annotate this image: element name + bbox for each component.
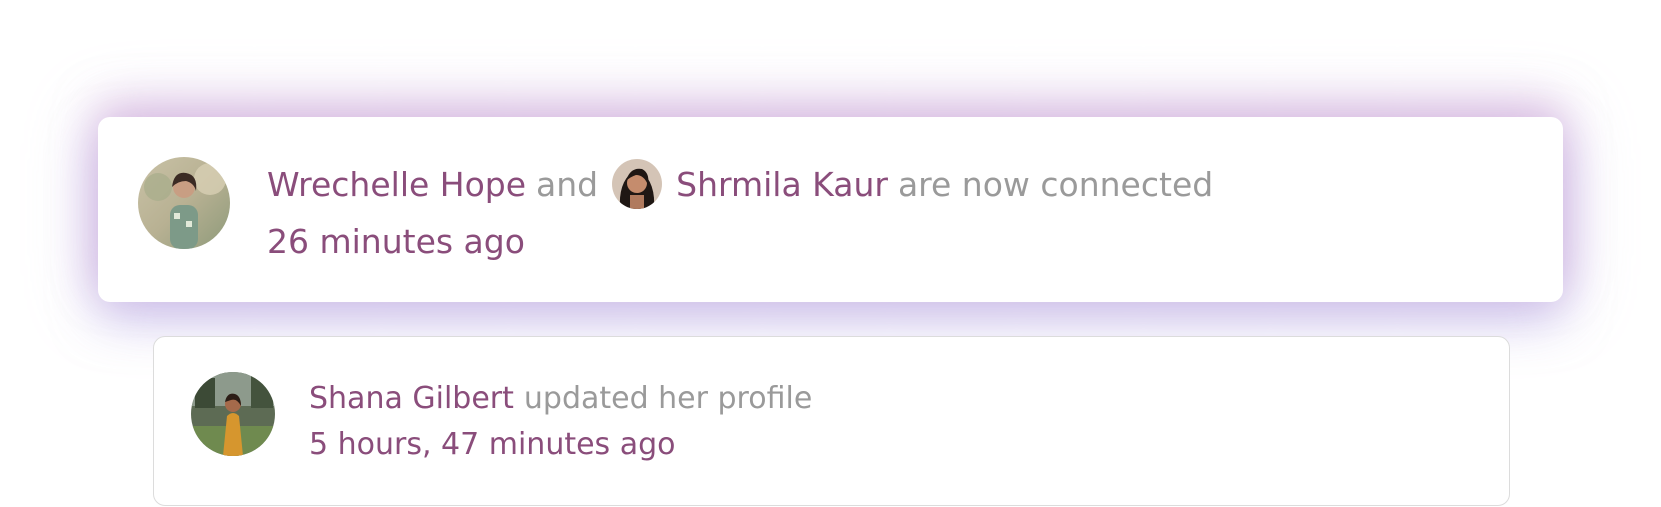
target-link[interactable]: Shrmila Kaur (676, 165, 888, 204)
activity-text: Shana Gilbert updated her profile (309, 376, 812, 420)
avatar-photo (138, 157, 230, 249)
activity-feed: Wrechelle Hope and Shrmila Kaur are now … (0, 0, 1661, 507)
activity-card: Wrechelle Hope and Shrmila Kaur are now … (98, 117, 1563, 302)
activity-text: Wrechelle Hope and Shrmila Kaur are now … (267, 157, 1213, 211)
avatar[interactable] (612, 159, 663, 209)
actor-link[interactable]: Wrechelle Hope (267, 165, 526, 204)
avatar[interactable] (191, 372, 275, 456)
activity-card: Shana Gilbert updated her profile 5 hour… (153, 336, 1510, 506)
actor-link[interactable]: Shana Gilbert (309, 381, 514, 416)
timestamp[interactable]: 26 minutes ago (267, 222, 525, 261)
avatar[interactable] (138, 157, 230, 249)
conjunction-text: and (536, 164, 599, 204)
timestamp[interactable]: 5 hours, 47 minutes ago (309, 427, 676, 462)
avatar-photo (191, 372, 275, 456)
action-text: updated her profile (523, 380, 813, 416)
action-text: are now connected (897, 164, 1214, 204)
avatar-photo (612, 159, 663, 209)
